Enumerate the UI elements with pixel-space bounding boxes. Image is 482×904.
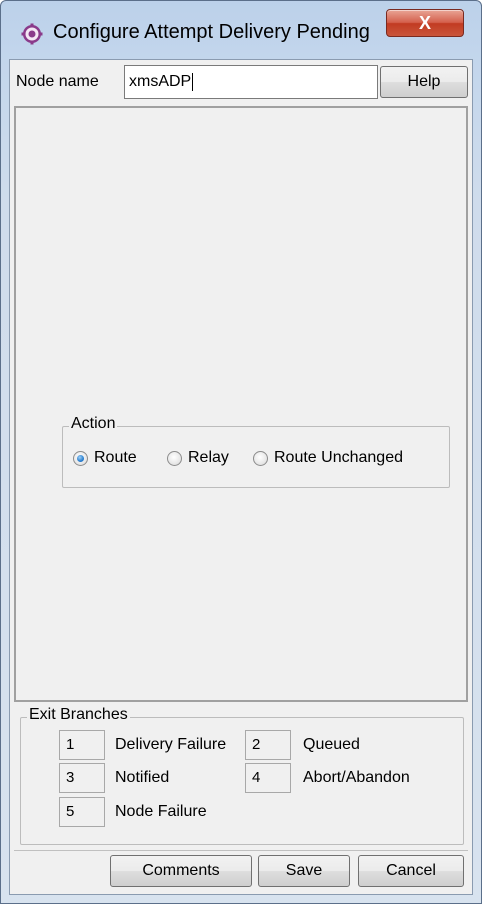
radio-route[interactable]: Route bbox=[73, 449, 137, 467]
branch-number-1: 1 bbox=[59, 730, 105, 760]
node-name-value: xmsADP bbox=[129, 73, 192, 90]
button-bar: Comments Save Cancel bbox=[14, 850, 468, 890]
exit-branches-legend: Exit Branches bbox=[27, 706, 130, 724]
radio-route-label: Route bbox=[94, 449, 137, 466]
action-legend: Action bbox=[69, 415, 118, 433]
branch-label-node-failure: Node Failure bbox=[115, 803, 207, 820]
help-button[interactable]: Help bbox=[380, 66, 468, 98]
branch-number-2: 2 bbox=[245, 730, 291, 760]
exit-branches-group: Exit Branches 1 Delivery Failure 2 Queue… bbox=[20, 706, 464, 845]
radio-relay-indicator[interactable] bbox=[167, 450, 182, 466]
branch-label-notified: Notified bbox=[115, 769, 170, 786]
radio-relay[interactable]: Relay bbox=[167, 449, 229, 467]
radio-route-unchanged-label: Route Unchanged bbox=[274, 449, 403, 466]
branch-label-queued: Queued bbox=[303, 736, 360, 753]
title-bar[interactable]: Configure Attempt Delivery Pending X bbox=[1, 1, 481, 59]
branch-label-abort-abandon: Abort/Abandon bbox=[303, 769, 410, 786]
comments-button[interactable]: Comments bbox=[110, 855, 252, 887]
node-name-label: Node name bbox=[16, 73, 99, 90]
radio-route-indicator[interactable] bbox=[73, 450, 88, 466]
node-name-input[interactable]: xmsADP bbox=[124, 65, 378, 99]
close-icon: X bbox=[418, 13, 431, 33]
branch-label-delivery-failure: Delivery Failure bbox=[115, 736, 227, 753]
gear-app-icon bbox=[21, 23, 43, 45]
main-panel: Action Route Relay Route Unchanged bbox=[14, 106, 468, 702]
window-title: Configure Attempt Delivery Pending bbox=[53, 21, 370, 43]
dialog-window: Configure Attempt Delivery Pending X Nod… bbox=[0, 0, 482, 904]
branch-number-5: 5 bbox=[59, 797, 105, 827]
cancel-button[interactable]: Cancel bbox=[358, 855, 464, 887]
text-caret bbox=[192, 72, 194, 91]
radio-route-unchanged-indicator[interactable] bbox=[253, 450, 268, 466]
save-button[interactable]: Save bbox=[258, 855, 350, 887]
radio-route-unchanged[interactable]: Route Unchanged bbox=[253, 449, 403, 467]
action-group: Action Route Relay Route Unchanged bbox=[62, 415, 450, 488]
radio-relay-label: Relay bbox=[188, 449, 229, 466]
close-button[interactable]: X bbox=[386, 9, 464, 37]
branch-number-3: 3 bbox=[59, 763, 105, 793]
dialog-content: Node name xmsADP Help Action Route Relay… bbox=[9, 59, 473, 895]
branch-number-4: 4 bbox=[245, 763, 291, 793]
